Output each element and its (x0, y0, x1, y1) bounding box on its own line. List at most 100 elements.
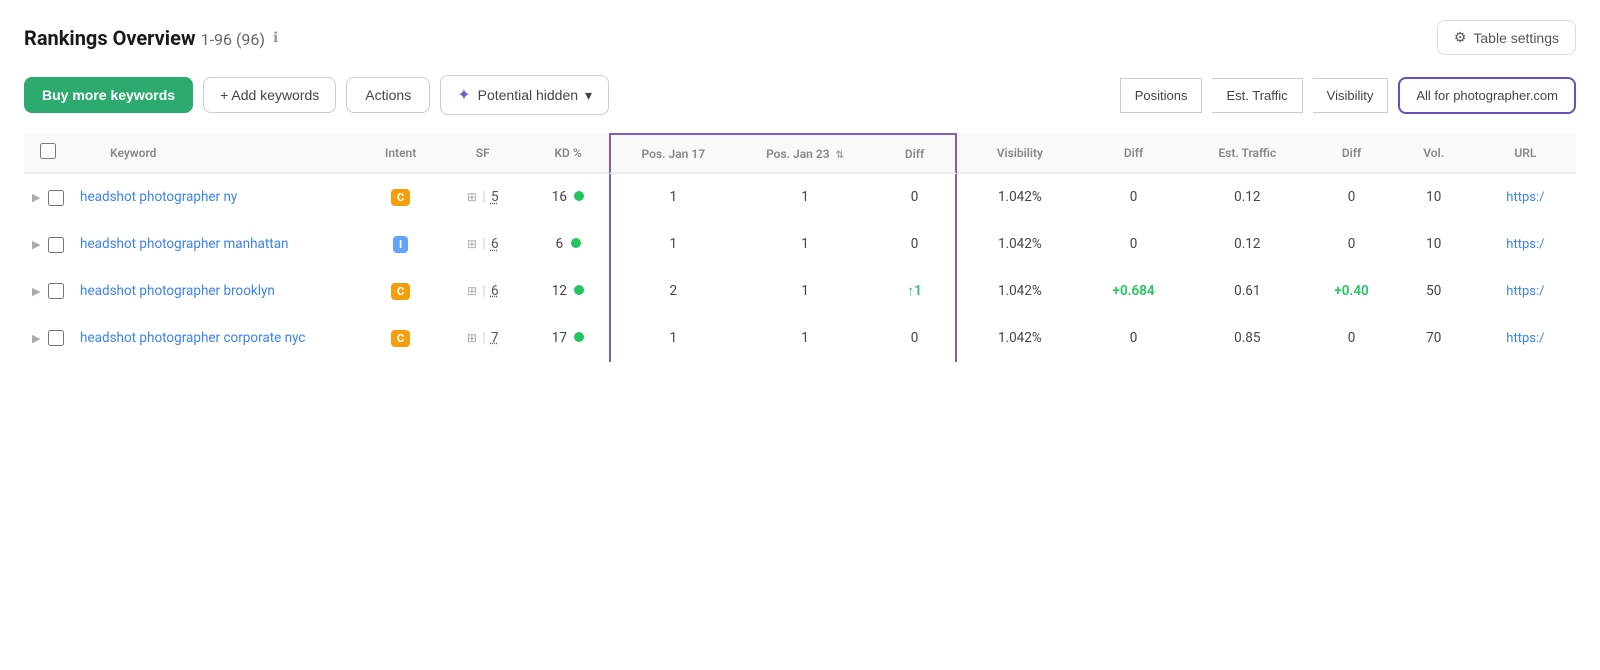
domain-filter-button[interactable]: All for photographer.com (1398, 77, 1576, 114)
keyword-cell: headshot photographer corporate nyc (72, 315, 363, 362)
pos-jan23-cell: 1 (736, 221, 875, 268)
positions-button[interactable]: Positions (1120, 78, 1203, 113)
diff-up-value: ↑1 (907, 283, 921, 299)
visibility-cell: 1.042% (957, 174, 1083, 221)
sf-value: 7 (491, 330, 499, 346)
visibility-button[interactable]: Visibility (1313, 78, 1389, 113)
sf-value: 5 (491, 189, 499, 205)
vis-diff-cell: 0 (1083, 174, 1184, 221)
est-traffic-button[interactable]: Est. Traffic (1212, 78, 1302, 113)
intent-cell: C (363, 268, 439, 315)
est-diff-cell: 0 (1311, 315, 1393, 362)
col-header-est-diff: Diff (1311, 133, 1393, 174)
col-header-keyword: Keyword (72, 133, 363, 174)
vis-diff-value: +0.684 (1113, 283, 1155, 299)
intent-badge: C (391, 283, 410, 300)
sf-cell: ⊞ | 5 (439, 174, 527, 221)
info-icon[interactable]: ℹ (273, 30, 278, 46)
buy-more-keywords-button[interactable]: Buy more keywords (24, 77, 193, 113)
select-all-checkbox[interactable] (40, 143, 56, 159)
kd-dot (574, 191, 584, 201)
est-traffic-cell: 0.12 (1184, 174, 1310, 221)
url-cell: https:/ (1475, 221, 1576, 268)
keyword-link[interactable]: headshot photographer brooklyn (80, 283, 275, 299)
col-header-intent: Intent (363, 133, 439, 174)
sf-value: 6 (491, 283, 499, 299)
sf-icon: ⊞ (467, 237, 477, 251)
expand-arrow[interactable]: ▶ (32, 238, 40, 251)
table-row: ▶ headshot photographer brooklynC⊞ | 612… (24, 268, 1576, 315)
diff1-cell: 0 (875, 315, 957, 362)
url-link[interactable]: https:/ (1506, 237, 1544, 252)
url-cell: https:/ (1475, 174, 1576, 221)
kd-cell: 12 (527, 268, 609, 315)
table-row: ▶ headshot photographer corporate nycC⊞ … (24, 315, 1576, 362)
sf-value: 6 (491, 236, 499, 252)
table-settings-button[interactable]: ⚙ Table settings (1437, 20, 1576, 55)
expand-arrow[interactable]: ▶ (32, 332, 40, 345)
vis-diff-cell: +0.684 (1083, 268, 1184, 315)
title-range: 1-96 (96) (201, 30, 265, 49)
col-header-pos-jan23[interactable]: Pos. Jan 23 ⇅ (736, 133, 875, 174)
url-cell: https:/ (1475, 268, 1576, 315)
pos-jan23-label: Pos. Jan 23 (766, 147, 830, 161)
keyword-cell: headshot photographer ny (72, 174, 363, 221)
diff1-cell: 0 (875, 221, 957, 268)
sf-icon: ⊞ (467, 331, 477, 345)
vol-cell: 70 (1393, 315, 1475, 362)
keyword-cell: headshot photographer brooklyn (72, 268, 363, 315)
row-checkbox[interactable] (48, 330, 64, 346)
gear-icon: ⚙ (1454, 29, 1467, 46)
kd-cell: 17 (527, 315, 609, 362)
est-traffic-cell: 0.85 (1184, 315, 1310, 362)
est-traffic-cell: 0.12 (1184, 221, 1310, 268)
potential-label: Potential hidden (478, 87, 578, 103)
diff1-cell: 0 (875, 174, 957, 221)
intent-cell: C (363, 315, 439, 362)
actions-button[interactable]: Actions (346, 77, 430, 113)
page-title: Rankings Overview 1-96 (96) (24, 26, 265, 50)
col-header-sf: SF (439, 133, 527, 174)
pos-jan17-cell: 1 (609, 221, 735, 268)
col-header-diff1: Diff (875, 133, 957, 174)
table-row: ▶ headshot photographer manhattanI⊞ | 66… (24, 221, 1576, 268)
visibility-cell: 1.042% (957, 268, 1083, 315)
expand-arrow[interactable]: ▶ (32, 285, 40, 298)
sparkle-icon: ✦ (457, 85, 470, 105)
kd-value: 6 (556, 236, 564, 252)
keyword-link[interactable]: headshot photographer corporate nyc (80, 330, 305, 346)
expand-arrow[interactable]: ▶ (32, 191, 40, 204)
est-diff-cell: 0 (1311, 174, 1393, 221)
table-settings-label: Table settings (1473, 30, 1559, 46)
url-link[interactable]: https:/ (1506, 284, 1544, 299)
keyword-link[interactable]: headshot photographer manhattan (80, 236, 289, 252)
vis-diff-cell: 0 (1083, 315, 1184, 362)
vis-diff-cell: 0 (1083, 221, 1184, 268)
keyword-cell: headshot photographer manhattan (72, 221, 363, 268)
intent-badge: C (391, 330, 410, 347)
row-checkbox[interactable] (48, 237, 64, 253)
col-header-kd: KD % (527, 133, 609, 174)
url-link[interactable]: https:/ (1506, 331, 1544, 346)
col-header-pos-jan17[interactable]: Pos. Jan 17 (609, 133, 735, 174)
url-link[interactable]: https:/ (1506, 190, 1544, 205)
est-diff-value: +0.40 (1334, 283, 1368, 299)
col-header-vis-diff: Diff (1083, 133, 1184, 174)
url-cell: https:/ (1475, 315, 1576, 362)
col-header-vol: Vol. (1393, 133, 1475, 174)
sort-icon: ⇅ (836, 150, 844, 161)
add-keywords-button[interactable]: + Add keywords (203, 77, 336, 113)
row-checkbox[interactable] (48, 283, 64, 299)
kd-dot (574, 332, 584, 342)
intent-cell: I (363, 221, 439, 268)
table-header-row: Keyword Intent SF KD % Pos. Jan 17 Pos. … (24, 133, 1576, 174)
potential-hidden-button[interactable]: ✦ Potential hidden ▾ (440, 75, 609, 115)
row-checkbox[interactable] (48, 190, 64, 206)
col-header-visibility: Visibility (957, 133, 1083, 174)
rankings-table-wrapper: Keyword Intent SF KD % Pos. Jan 17 Pos. … (24, 133, 1576, 362)
pos-jan17-cell: 1 (609, 315, 735, 362)
kd-dot (571, 238, 581, 248)
keyword-link[interactable]: headshot photographer ny (80, 189, 237, 205)
est-diff-cell: 0 (1311, 221, 1393, 268)
kd-value: 12 (552, 283, 567, 299)
